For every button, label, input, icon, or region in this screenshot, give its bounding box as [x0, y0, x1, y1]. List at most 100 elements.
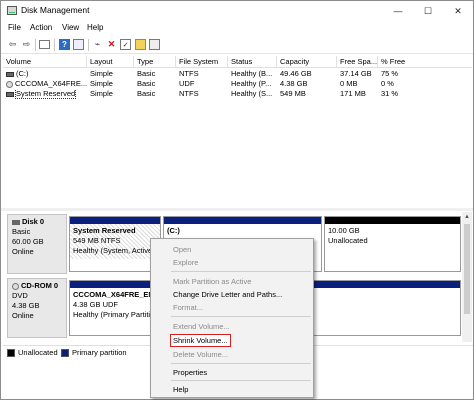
- volume-row[interactable]: System Reserved Simple Basic NTFS Health…: [3, 89, 472, 99]
- disk-size: 60.00 GB: [12, 237, 44, 246]
- legend-unallocated: Unallocated: [18, 348, 58, 357]
- disk-icon: [12, 219, 20, 225]
- context-menu: Open Explore Mark Partition as Active Ch…: [150, 238, 314, 398]
- menu-help[interactable]: Help: [87, 23, 103, 32]
- volume-free: 0 MB: [340, 79, 358, 88]
- partition-bar: [325, 217, 460, 224]
- partition-name: System Reserved: [73, 226, 136, 235]
- volume-icon: [6, 91, 14, 97]
- partition-status: Unallocated: [328, 236, 368, 245]
- column-capacity[interactable]: Capacity: [277, 56, 337, 68]
- volume-capacity: 4.38 GB: [280, 79, 308, 88]
- volume-type: Basic: [137, 79, 156, 88]
- volume-percent-free: 75 %: [381, 69, 399, 78]
- menu-separator: [171, 316, 311, 317]
- volume-list: Volume Layout Type File System Status Ca…: [3, 56, 472, 206]
- menu-item-properties[interactable]: Properties: [173, 367, 207, 378]
- minimize-button[interactable]: —: [383, 1, 413, 21]
- menu-item-extend-volume[interactable]: Extend Volume...: [173, 321, 230, 332]
- legend-primary: Primary partition: [72, 348, 127, 357]
- forward-icon[interactable]: ⇨: [21, 39, 32, 50]
- volume-capacity: 49.46 GB: [280, 69, 312, 78]
- vertical-scrollbar[interactable]: ▲: [462, 212, 472, 342]
- column-percent-free[interactable]: % Free: [378, 56, 472, 68]
- volume-icon: [6, 71, 14, 77]
- checkbox-icon[interactable]: ✓: [120, 39, 131, 50]
- partition-size: 549 MB NTFS: [73, 236, 121, 245]
- window-title: Disk Management: [21, 5, 90, 15]
- menu-separator: [171, 363, 311, 364]
- volume-name: CCCOMA_X64FRE...: [15, 79, 87, 88]
- menu-item-mark-active[interactable]: Mark Partition as Active: [173, 276, 251, 287]
- disk-state: Online: [12, 311, 34, 320]
- primary-swatch: [61, 349, 69, 357]
- menu-item-help[interactable]: Help: [173, 384, 188, 395]
- volume-layout: Simple: [90, 89, 113, 98]
- volume-free: 37.14 GB: [340, 69, 372, 78]
- partition-name: (C:): [167, 226, 180, 235]
- volume-layout: Simple: [90, 69, 113, 78]
- disk-kind: Basic: [12, 227, 31, 236]
- menu-item-format[interactable]: Format...: [173, 302, 203, 313]
- disk-management-icon: [7, 6, 17, 15]
- menu-action[interactable]: Action: [30, 23, 52, 32]
- column-status[interactable]: Status: [228, 56, 277, 68]
- open-icon[interactable]: [135, 39, 146, 50]
- partition-bar: [164, 217, 321, 224]
- cd-icon: [12, 282, 19, 290]
- menu-item-explore[interactable]: Explore: [173, 257, 198, 268]
- partition-size: 10.00 GB: [328, 226, 360, 235]
- properties-icon[interactable]: [73, 39, 84, 50]
- connect-icon[interactable]: ⌁: [92, 39, 103, 50]
- console-icon[interactable]: [39, 40, 50, 49]
- pane-splitter[interactable]: [1, 208, 473, 211]
- partition-system-reserved[interactable]: System Reserved 549 MB NTFS Healthy (Sys…: [69, 216, 161, 272]
- toolbar-separator: [35, 39, 36, 51]
- volume-status: Healthy (S...: [231, 89, 273, 98]
- disk-kind: DVD: [12, 291, 28, 300]
- column-file-system[interactable]: File System: [176, 56, 228, 68]
- volume-free: 171 MB: [340, 89, 366, 98]
- disk-0-label[interactable]: Disk 0 Basic 60.00 GB Online: [7, 214, 67, 274]
- scroll-up-icon[interactable]: ▲: [462, 212, 472, 222]
- volume-list-header: Volume Layout Type File System Status Ca…: [3, 56, 472, 68]
- menu-file[interactable]: File: [8, 23, 21, 32]
- back-icon[interactable]: ⇦: [7, 39, 18, 50]
- column-type[interactable]: Type: [134, 56, 176, 68]
- toolbar-separator: [88, 39, 89, 51]
- close-button[interactable]: ✕: [443, 1, 473, 21]
- menu-item-delete-volume[interactable]: Delete Volume...: [173, 349, 228, 360]
- volume-fs: NTFS: [179, 69, 199, 78]
- volume-percent-free: 0 %: [381, 79, 394, 88]
- volume-row[interactable]: (C:) Simple Basic NTFS Healthy (B... 49.…: [3, 69, 472, 79]
- disk-size: 4.38 GB: [12, 301, 40, 310]
- volume-type: Basic: [137, 89, 156, 98]
- partition-bar: [70, 217, 160, 224]
- disk-management-window: Disk Management — ☐ ✕ File Action View H…: [0, 0, 474, 400]
- volume-capacity: 549 MB: [280, 89, 306, 98]
- volume-row[interactable]: CCCOMA_X64FRE... Simple Basic UDF Health…: [3, 79, 472, 89]
- menu-item-change-drive-letter[interactable]: Change Drive Letter and Paths...: [173, 289, 282, 300]
- column-free-space[interactable]: Free Spa...: [337, 56, 378, 68]
- help-icon[interactable]: ?: [59, 39, 70, 50]
- volume-percent-free: 31 %: [381, 89, 399, 98]
- context-menu-gutter: [151, 239, 169, 397]
- volume-fs: NTFS: [179, 89, 199, 98]
- partition-unallocated[interactable]: 10.00 GB Unallocated: [324, 216, 461, 272]
- delete-icon[interactable]: ✕: [106, 39, 117, 50]
- scroll-thumb[interactable]: [464, 224, 470, 314]
- menu-separator: [171, 271, 311, 272]
- title-bar[interactable]: Disk Management — ☐ ✕: [1, 1, 473, 21]
- column-volume[interactable]: Volume: [3, 56, 87, 68]
- volume-layout: Simple: [90, 79, 113, 88]
- menu-item-open[interactable]: Open: [173, 244, 191, 255]
- volume-type: Basic: [137, 69, 156, 78]
- disk-state: Online: [12, 247, 34, 256]
- maximize-button[interactable]: ☐: [413, 1, 443, 21]
- menu-view[interactable]: View: [62, 23, 79, 32]
- view-icon[interactable]: [149, 39, 160, 50]
- cdrom-0-label[interactable]: CD-ROM 0 DVD 4.38 GB Online: [7, 278, 67, 338]
- toolbar: ⇦ ⇨ ? ⌁ ✕ ✓: [1, 36, 473, 54]
- menu-item-shrink-volume[interactable]: Shrink Volume...: [170, 334, 231, 347]
- column-layout[interactable]: Layout: [87, 56, 134, 68]
